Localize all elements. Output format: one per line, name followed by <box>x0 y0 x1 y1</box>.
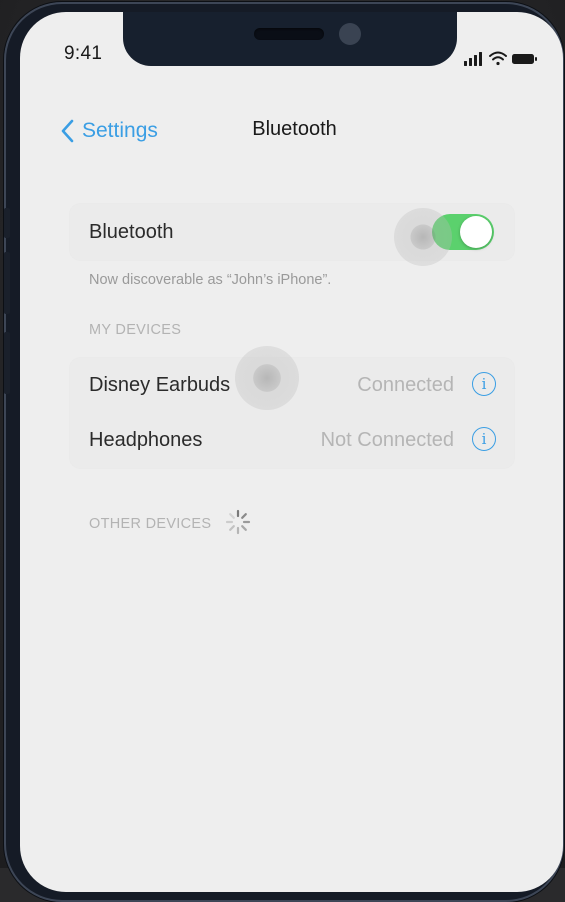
my-devices-list: Disney Earbuds Connected i Headphones No… <box>70 358 514 468</box>
device-status: Not Connected <box>320 429 454 451</box>
mute-switch <box>4 208 10 238</box>
cellular-signal-icon <box>464 52 482 66</box>
info-icon[interactable]: i <box>472 372 496 396</box>
speaker-grille <box>254 28 324 40</box>
discoverable-note: Now discoverable as “John’s iPhone”. <box>89 272 332 288</box>
volume-up-button <box>4 252 10 314</box>
bluetooth-toggle-group: Bluetooth <box>70 204 514 260</box>
bluetooth-label: Bluetooth <box>89 220 174 243</box>
other-devices-header: OTHER DEVICES <box>89 516 212 532</box>
device-row-disney-earbuds[interactable]: Disney Earbuds Connected i <box>70 358 514 413</box>
status-icons <box>464 51 537 66</box>
front-camera <box>339 23 361 45</box>
bluetooth-toggle[interactable] <box>432 214 494 250</box>
page-title: Bluetooth <box>252 118 337 140</box>
battery-icon <box>512 54 537 64</box>
phone-screen: 9:41 Settings Bluetooth Bluetooth Now di… <box>20 12 563 892</box>
phone-frame: 9:41 Settings Bluetooth Bluetooth Now di… <box>4 2 564 902</box>
volume-down-button <box>4 332 10 394</box>
bluetooth-row: Bluetooth <box>70 204 514 260</box>
device-row-headphones[interactable]: Headphones Not Connected i <box>70 413 514 468</box>
info-icon[interactable]: i <box>472 427 496 451</box>
device-status: Connected <box>357 374 454 396</box>
loading-spinner-icon <box>225 509 251 535</box>
device-name: Disney Earbuds <box>89 374 231 396</box>
device-name: Headphones <box>89 429 203 451</box>
my-devices-header: MY DEVICES <box>89 322 182 338</box>
toggle-knob <box>460 216 492 248</box>
notch <box>123 12 457 66</box>
status-time: 9:41 <box>64 43 103 64</box>
wifi-icon <box>489 51 507 66</box>
